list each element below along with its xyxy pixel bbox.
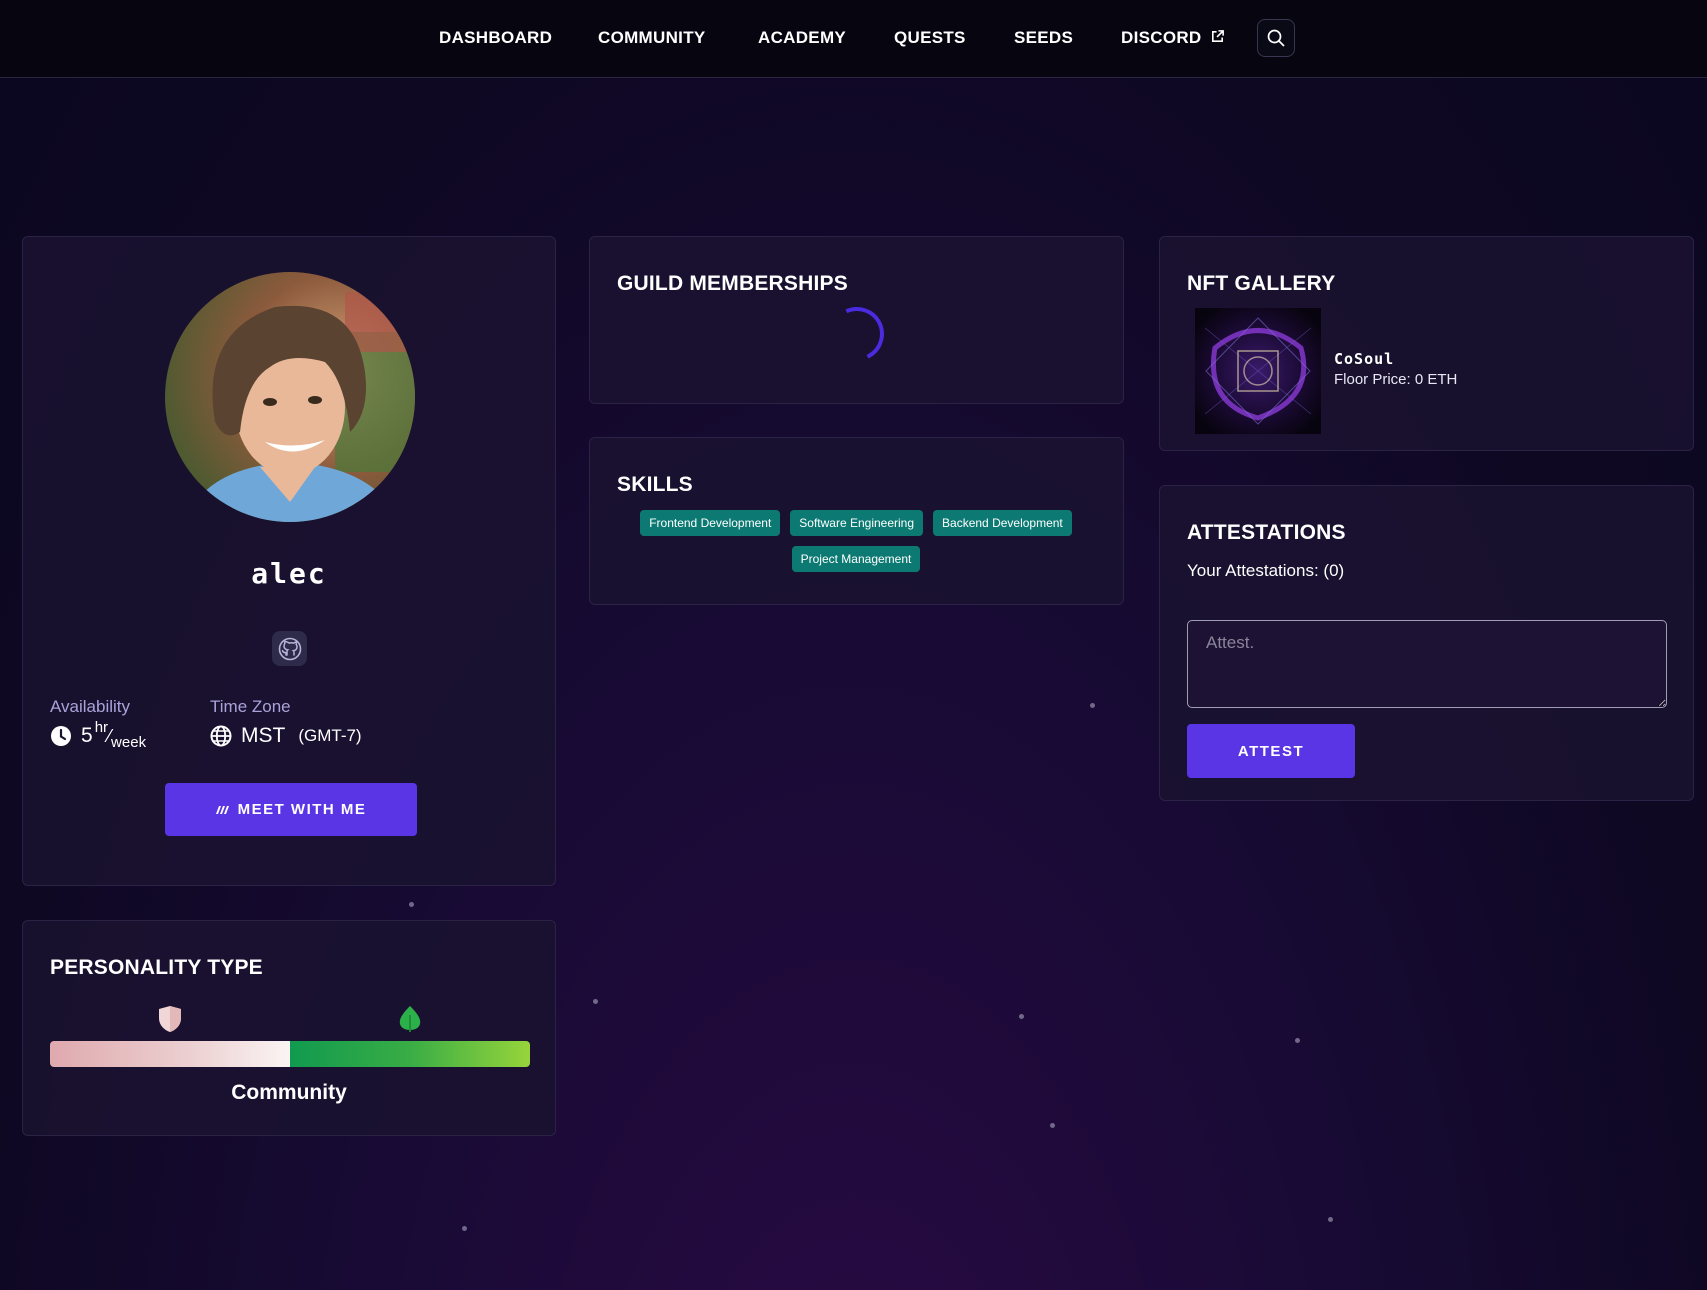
availability-unit-top: hr (94, 718, 109, 736)
clock-icon (51, 726, 71, 746)
background-star (1090, 703, 1095, 708)
attestations-card: ATTESTATIONS Your Attestations: (0) ATTE… (1159, 485, 1694, 801)
loading-spinner (822, 299, 892, 369)
skill-tag[interactable]: Software Engineering (790, 510, 924, 536)
github-link-button[interactable] (272, 631, 307, 666)
skill-tag[interactable]: Frontend Development (640, 510, 781, 536)
nft-floor-price: Floor Price: 0 ETH (1334, 371, 1458, 388)
leaf-icon (399, 1006, 421, 1032)
calendar-logo-icon (215, 805, 229, 814)
profile-card: alec Availability 5 hr ⁄ week Time Zone … (22, 236, 556, 886)
attest-input[interactable] (1187, 620, 1667, 708)
skill-tag[interactable]: Backend Development (933, 510, 1072, 536)
availability-hours: 5 (81, 724, 93, 747)
availability-label: Availability (50, 697, 131, 716)
background-star (1328, 1217, 1333, 1222)
nft-image[interactable] (1195, 308, 1321, 434)
timezone-value: MST (GMT-7) (210, 724, 362, 748)
attest-button[interactable]: ATTEST (1187, 724, 1355, 778)
nft-gallery-title: NFT GALLERY (1187, 272, 1336, 295)
background-star (1050, 1123, 1055, 1128)
nav-community[interactable]: COMMUNITY (598, 28, 706, 48)
timezone-label: Time Zone (210, 697, 291, 716)
nav-quests[interactable]: QUESTS (894, 28, 966, 48)
skills-list: Frontend Development Software Engineerin… (617, 510, 1095, 572)
skills-title: SKILLS (617, 473, 693, 496)
nft-gallery-card: NFT GALLERY CoSoul Floor Price: 0 ETH (1159, 236, 1694, 451)
nft-name: CoSoul (1334, 350, 1395, 368)
availability-value: 5 hr ⁄ week (50, 719, 147, 751)
personality-bar-segment-community (290, 1041, 530, 1067)
nav-academy[interactable]: ACADEMY (758, 28, 846, 48)
nav-discord-label: DISCORD (1121, 28, 1202, 47)
personality-card: PERSONALITY TYPE Community (22, 920, 556, 1136)
guild-memberships-card: GUILD MEMBERSHIPS (589, 236, 1124, 404)
avatar (165, 272, 415, 522)
skill-tag[interactable]: Project Management (791, 546, 921, 572)
username: alec (251, 557, 327, 590)
background-star (1295, 1038, 1300, 1043)
nav-dashboard[interactable]: DASHBOARD (439, 28, 552, 48)
background-star (1019, 1014, 1024, 1019)
background-star (593, 999, 598, 1004)
search-icon (1267, 29, 1285, 47)
attestations-count: Your Attestations: (0) (1187, 561, 1345, 580)
attestations-title: ATTESTATIONS (1187, 521, 1346, 544)
github-icon (278, 637, 301, 660)
meet-with-me-button[interactable]: MEET WITH ME (165, 783, 417, 836)
personality-type-label: Community (231, 1081, 347, 1104)
guild-memberships-title: GUILD MEMBERSHIPS (617, 272, 848, 295)
personality-bar (50, 1041, 530, 1067)
personality-title: PERSONALITY TYPE (50, 956, 263, 979)
personality-bar-segment-protector (50, 1041, 290, 1067)
background-star (462, 1226, 467, 1231)
search-button[interactable] (1257, 19, 1295, 57)
globe-icon (210, 725, 232, 747)
timezone-offset: (GMT-7) (298, 726, 362, 745)
shield-icon (159, 1006, 181, 1032)
nav-seeds[interactable]: SEEDS (1014, 28, 1073, 48)
meet-with-me-label: MEET WITH ME (237, 801, 367, 818)
background-star (409, 902, 414, 907)
top-navigation: DASHBOARD COMMUNITY ACADEMY QUESTS SEEDS… (0, 0, 1707, 78)
availability-unit-bottom: week (111, 733, 147, 751)
external-link-icon (1211, 30, 1224, 42)
nav-discord[interactable]: DISCORD (1121, 28, 1225, 48)
skills-card: SKILLS Frontend Development Software Eng… (589, 437, 1124, 605)
timezone-abbr: MST (241, 724, 286, 747)
